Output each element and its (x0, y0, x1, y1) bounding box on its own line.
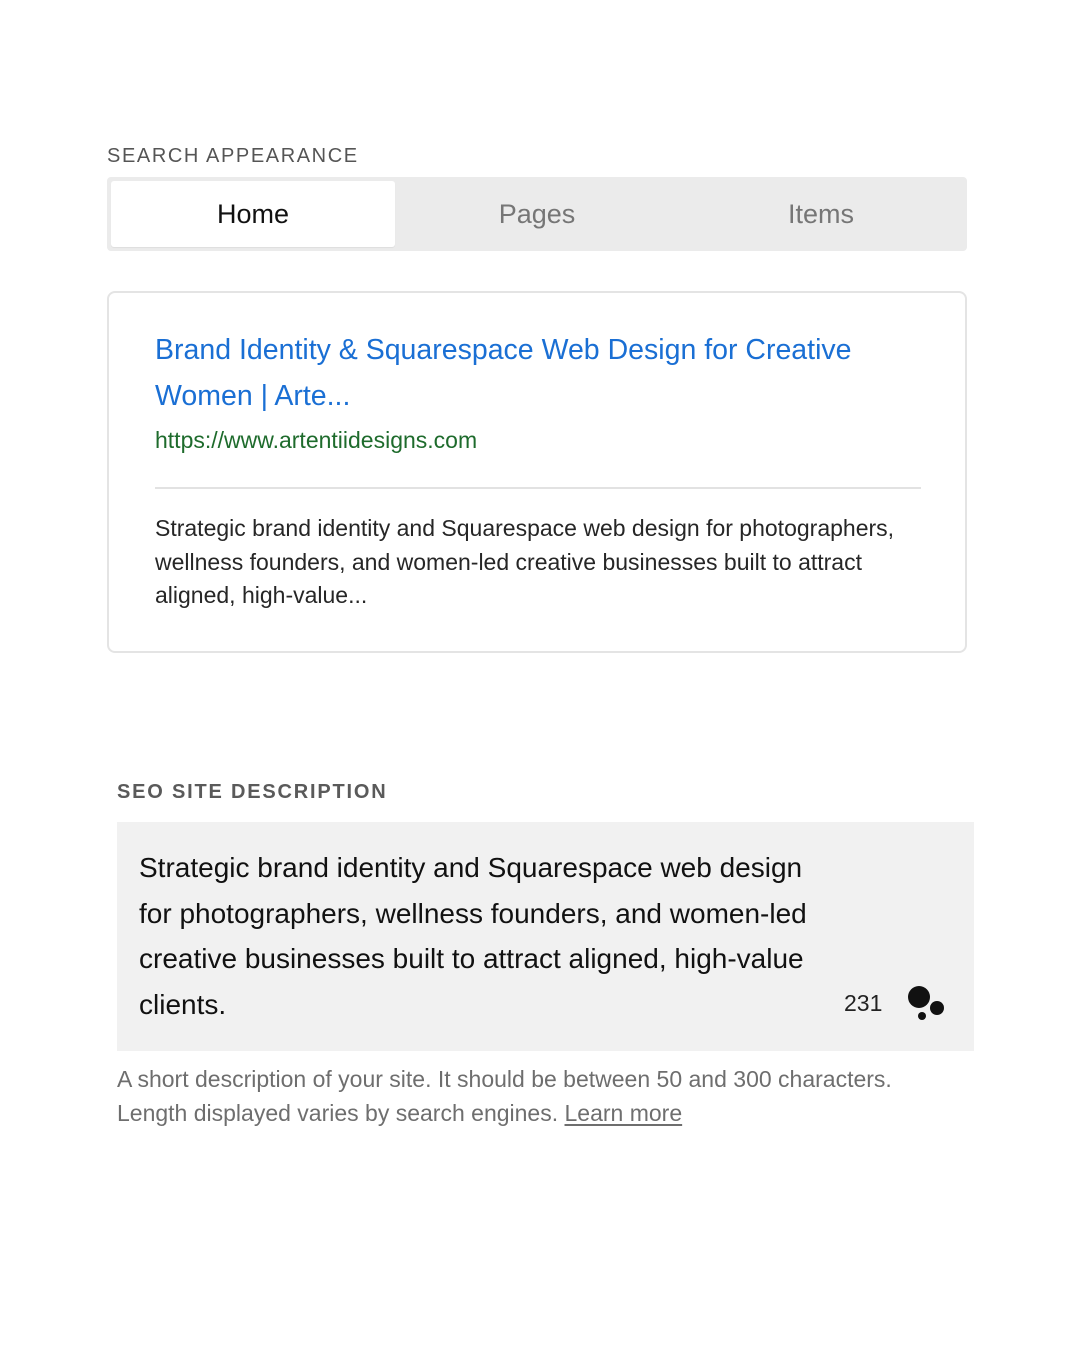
tab-items[interactable]: Items (679, 181, 963, 247)
learn-more-link[interactable]: Learn more (565, 1100, 683, 1126)
seo-description-heading: SEO SITE DESCRIPTION (117, 781, 388, 803)
preview-url: https://www.artentiidesigns.com (155, 427, 478, 453)
seo-help-message: A short description of your site. It sho… (117, 1066, 892, 1126)
preview-title-line-1: Brand Identity & Squarespace Web Design … (155, 334, 852, 366)
search-appearance-tabs: Home Pages Items (107, 177, 967, 251)
preview-divider (155, 487, 921, 489)
tab-home[interactable]: Home (111, 181, 395, 247)
seo-description-text[interactable]: Strategic brand identity and Squarespace… (139, 845, 839, 1027)
seo-description-field[interactable]: Strategic brand identity and Squarespace… (117, 822, 974, 1051)
seo-help-text: A short description of your site. It sho… (117, 1063, 937, 1130)
ai-assist-dots-icon[interactable] (905, 985, 949, 1025)
ai-assist-dots-graphic (908, 986, 944, 1020)
search-appearance-heading: SEARCH APPEARANCE (107, 145, 359, 167)
preview-title-line-2: Women | Arte... (155, 380, 351, 412)
preview-title-link[interactable]: Brand Identity & Squarespace Web Design … (155, 327, 925, 419)
search-result-preview: Brand Identity & Squarespace Web Design … (107, 291, 967, 653)
character-count: 231 (844, 990, 883, 1016)
tab-pages[interactable]: Pages (395, 181, 679, 247)
preview-description: Strategic brand identity and Squarespace… (155, 515, 895, 608)
